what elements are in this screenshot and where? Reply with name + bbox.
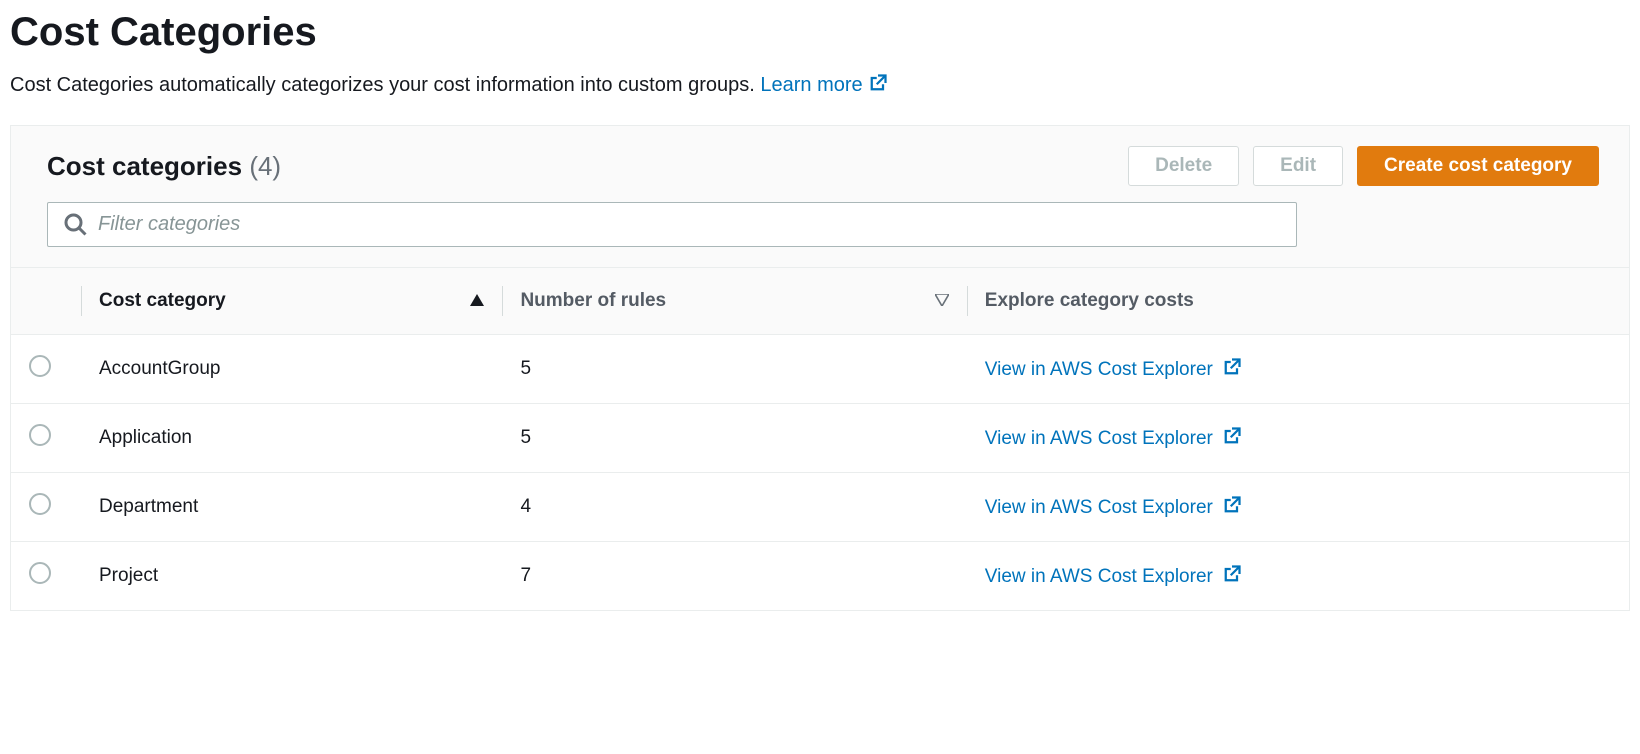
cell-name: Project [81,542,502,611]
cell-rules: 5 [502,404,966,473]
view-in-cost-explorer-link[interactable]: View in AWS Cost Explorer [985,428,1242,449]
delete-button[interactable]: Delete [1128,146,1239,186]
sort-asc-icon [470,290,484,312]
view-in-cost-explorer-link[interactable]: View in AWS Cost Explorer [985,566,1242,587]
panel-title-text: Cost categories [47,151,242,181]
cell-name: AccountGroup [81,335,502,404]
external-link-icon [1218,359,1242,380]
column-cost-category[interactable]: Cost category [81,268,502,335]
external-link-icon [868,73,888,99]
table-row: Project7 View in AWS Cost Explorer [11,542,1629,611]
cell-rules: 5 [502,335,966,404]
row-radio[interactable] [29,562,51,584]
column-cost-category-label: Cost category [99,290,226,312]
column-select [11,268,81,335]
cost-categories-table: Cost category Number of rules [11,268,1629,610]
page-description: Cost Categories automatically categorize… [10,73,1630,99]
learn-more-link[interactable]: Learn more [760,74,888,96]
view-in-cost-explorer-link[interactable]: View in AWS Cost Explorer [985,497,1242,518]
column-number-of-rules[interactable]: Number of rules [502,268,966,335]
learn-more-text: Learn more [760,74,862,96]
external-link-icon [1218,428,1242,449]
filter-categories-input[interactable] [47,202,1297,247]
search-icon [63,212,87,241]
edit-button[interactable]: Edit [1253,146,1343,186]
cost-categories-panel: Cost categories (4) Delete Edit Create c… [10,125,1630,611]
table-row: AccountGroup5 View in AWS Cost Explorer [11,335,1629,404]
external-link-icon [1218,566,1242,587]
cell-name: Application [81,404,502,473]
filter-wrapper [47,202,1599,247]
column-explore: Explore category costs [967,268,1629,335]
row-radio[interactable] [29,424,51,446]
panel-actions: Delete Edit Create cost category [1128,146,1599,186]
row-radio[interactable] [29,355,51,377]
table-row: Application5 View in AWS Cost Explorer [11,404,1629,473]
column-explore-label: Explore category costs [985,290,1194,311]
cell-name: Department [81,473,502,542]
panel-title: Cost categories (4) [47,151,281,182]
page-title: Cost Categories [10,10,1630,55]
view-in-cost-explorer-link[interactable]: View in AWS Cost Explorer [985,359,1242,380]
row-radio[interactable] [29,493,51,515]
column-number-of-rules-label: Number of rules [520,290,666,312]
sort-desc-icon [935,290,949,312]
page-description-text: Cost Categories automatically categorize… [10,74,755,96]
create-cost-category-button[interactable]: Create cost category [1357,146,1599,186]
table-row: Department4 View in AWS Cost Explorer [11,473,1629,542]
cell-rules: 4 [502,473,966,542]
external-link-icon [1218,497,1242,518]
panel-header: Cost categories (4) Delete Edit Create c… [11,126,1629,268]
panel-count: (4) [249,151,281,181]
cell-rules: 7 [502,542,966,611]
